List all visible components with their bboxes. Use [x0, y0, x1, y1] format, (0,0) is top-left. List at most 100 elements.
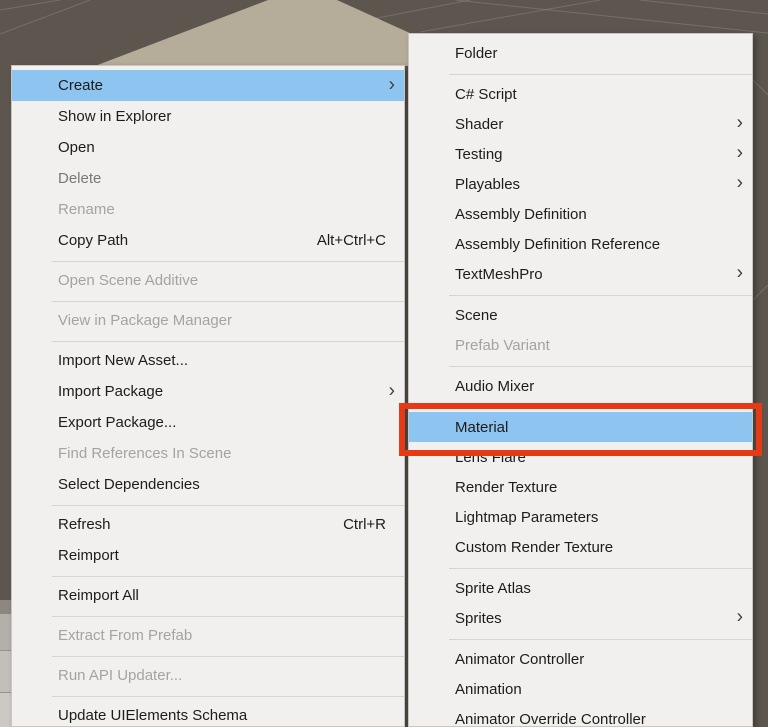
menu-item-label: Render Texture [455, 479, 557, 496]
menu-item-label: Export Package... [58, 414, 176, 431]
menu-item-animator-controller[interactable]: Animator Controller [409, 644, 752, 674]
menu-item-update-uielements-schema[interactable]: Update UIElements Schema [12, 700, 404, 727]
separator-line [52, 576, 404, 577]
menu-item-label: Animator Controller [455, 651, 584, 668]
menu-item-label: Create [58, 77, 103, 94]
menu-item-assembly-definition-reference[interactable]: Assembly Definition Reference [409, 229, 752, 259]
menu-separator [12, 571, 404, 580]
menu-item-label: Sprite Atlas [455, 580, 531, 597]
menu-separator [12, 296, 404, 305]
separator-line [52, 341, 404, 342]
menu-item-reimport-all[interactable]: Reimport All [12, 580, 404, 611]
menu-item-create[interactable]: Create› [12, 70, 404, 101]
menu-item-label: Sprites [455, 610, 502, 627]
menu-item-sprite-atlas[interactable]: Sprite Atlas [409, 573, 752, 603]
menu-item-label: View in Package Manager [58, 312, 232, 329]
menu-item-shortcut: Ctrl+R [343, 516, 386, 533]
menu-item-audio-mixer[interactable]: Audio Mixer [409, 371, 752, 401]
separator-line [52, 301, 404, 302]
menu-item-reimport[interactable]: Reimport [12, 540, 404, 571]
menu-item-label: Custom Render Texture [455, 539, 613, 556]
menu-item-testing[interactable]: Testing › [409, 139, 752, 169]
menu-item-find-references-in-scene: Find References In Scene [12, 438, 404, 469]
menu-item-animator-override-controller[interactable]: Animator Override Controller [409, 704, 752, 727]
menu-item-export-package[interactable]: Export Package... [12, 407, 404, 438]
menu-separator [12, 691, 404, 700]
separator-line [52, 656, 404, 657]
menu-item-label: Lens Flare [455, 449, 526, 466]
menu-separator [12, 500, 404, 509]
menu-item-label: Import New Asset... [58, 352, 188, 369]
menu-item-label: Refresh [58, 516, 111, 533]
menu-separator [409, 401, 752, 412]
menu-item-rename: Rename [12, 194, 404, 225]
menu-item-label: TextMeshPro [455, 266, 543, 283]
menu-item-label: Audio Mixer [455, 378, 534, 395]
menu-item-label: Testing [455, 146, 503, 163]
menu-item-c-script[interactable]: C# Script [409, 79, 752, 109]
submenu-arrow-icon: › [737, 113, 743, 132]
separator-line [52, 616, 404, 617]
menu-item-folder[interactable]: Folder [409, 38, 752, 68]
menu-item-animation[interactable]: Animation [409, 674, 752, 704]
menu-item-extract-from-prefab: Extract From Prefab [12, 620, 404, 651]
menu-item-custom-render-texture[interactable]: Custom Render Texture [409, 532, 752, 562]
menu-item-label: Playables [455, 176, 520, 193]
menu-item-label: Folder [455, 45, 498, 62]
separator-line [449, 568, 752, 569]
menu-item-label: Copy Path [58, 232, 128, 249]
menu-item-refresh[interactable]: Refresh Ctrl+R [12, 509, 404, 540]
menu-item-prefab-variant: Prefab Variant [409, 330, 752, 360]
submenu-arrow-icon: › [737, 263, 743, 282]
menu-separator [12, 611, 404, 620]
submenu-arrow-icon: › [737, 143, 743, 162]
menu-item-label: Scene [455, 307, 498, 324]
separator-line [449, 639, 752, 640]
menu-item-sprites[interactable]: Sprites› [409, 603, 752, 633]
menu-item-import-package[interactable]: Import Package› [12, 376, 404, 407]
menu-item-copy-path[interactable]: Copy PathAlt+Ctrl+C [12, 225, 404, 256]
menu-separator [12, 256, 404, 265]
menu-item-label: Delete [58, 170, 101, 187]
menu-item-scene[interactable]: Scene [409, 300, 752, 330]
separator-line [52, 696, 404, 697]
menu-item-playables[interactable]: Playables › [409, 169, 752, 199]
menu-item-textmeshpro[interactable]: TextMeshPro › [409, 259, 752, 289]
menu-item-label: Show in Explorer [58, 108, 171, 125]
menu-item-label: Lightmap Parameters [455, 509, 598, 526]
menu-item-import-new-asset[interactable]: Import New Asset... [12, 345, 404, 376]
menu-item-render-texture[interactable]: Render Texture [409, 472, 752, 502]
menu-item-shader[interactable]: Shader› [409, 109, 752, 139]
menu-separator [409, 633, 752, 644]
menu-separator [12, 336, 404, 345]
menu-item-label: Select Dependencies [58, 476, 200, 493]
separator-line [449, 407, 752, 408]
menu-item-show-in-explorer[interactable]: Show in Explorer [12, 101, 404, 132]
menu-item-delete[interactable]: Delete [12, 163, 404, 194]
separator-line [52, 505, 404, 506]
submenu-arrow-icon: › [389, 381, 395, 400]
create-submenu: Folder C# ScriptShader› Testing › Playables ›… [408, 33, 753, 727]
editor-panel-strip [0, 650, 11, 692]
menu-separator [409, 68, 752, 79]
menu-item-label: Extract From Prefab [58, 627, 192, 644]
menu-item-label: Rename [58, 201, 115, 218]
menu-item-select-dependencies[interactable]: Select Dependencies [12, 469, 404, 500]
menu-item-label: Open Scene Additive [58, 272, 198, 289]
menu-item-lens-flare[interactable]: Lens Flare [409, 442, 752, 472]
menu-separator [409, 360, 752, 371]
menu-item-assembly-definition[interactable]: Assembly Definition [409, 199, 752, 229]
menu-item-label: Open [58, 139, 95, 156]
submenu-arrow-icon: › [737, 173, 743, 192]
menu-item-open[interactable]: Open [12, 132, 404, 163]
menu-item-material[interactable]: Material [409, 412, 752, 442]
menu-item-label: Reimport [58, 547, 119, 564]
menu-item-label: Assembly Definition [455, 206, 587, 223]
menu-item-label: Run API Updater... [58, 667, 182, 684]
editor-panel-strip [0, 600, 11, 614]
menu-item-run-api-updater: Run API Updater... [12, 660, 404, 691]
menu-item-lightmap-parameters[interactable]: Lightmap Parameters [409, 502, 752, 532]
separator-line [449, 366, 752, 367]
menu-item-label: Animation [455, 681, 522, 698]
menu-item-label: Animator Override Controller [455, 711, 646, 727]
